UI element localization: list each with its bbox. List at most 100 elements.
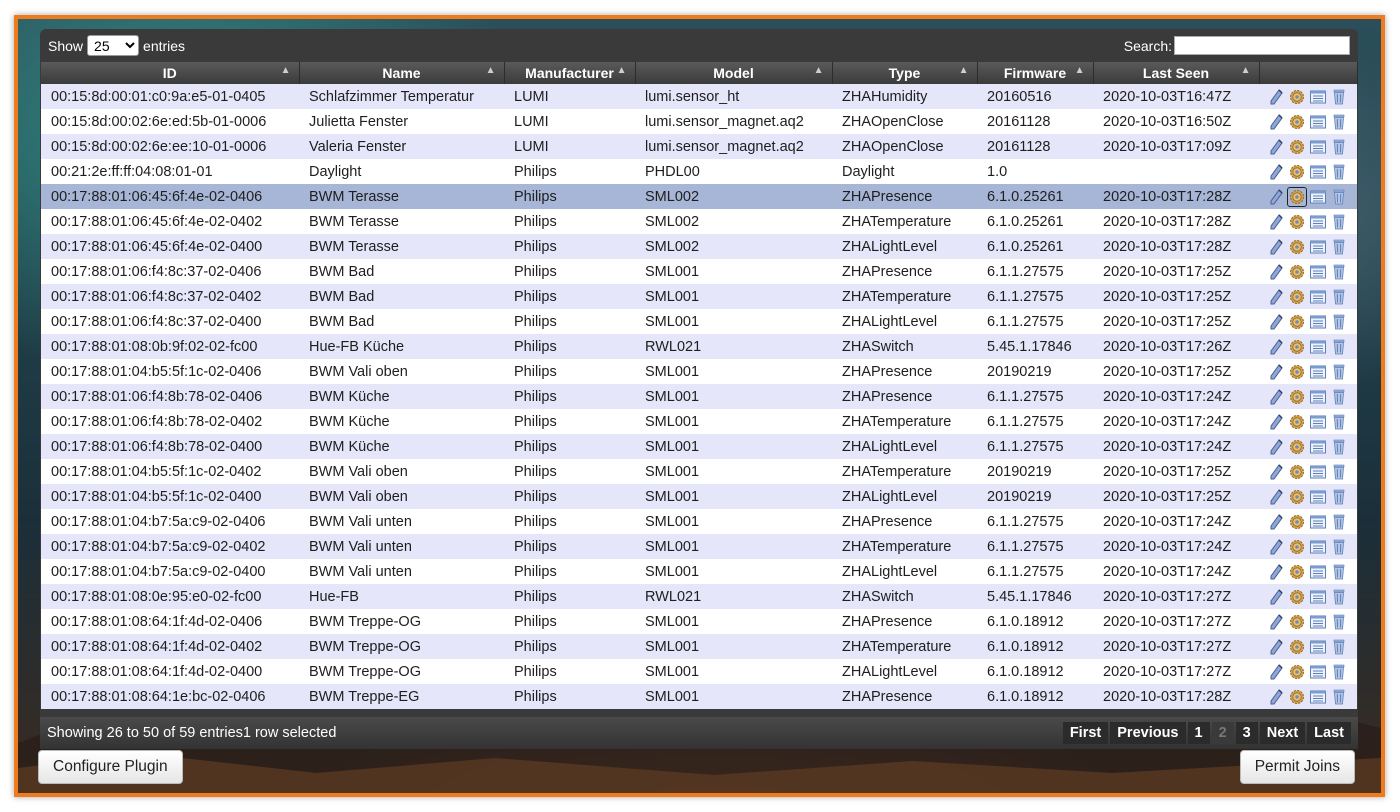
- pencil-icon[interactable]: [1267, 138, 1285, 156]
- gear-icon[interactable]: [1288, 488, 1306, 506]
- pager-last[interactable]: Last: [1307, 722, 1351, 744]
- pencil-icon[interactable]: [1267, 563, 1285, 581]
- list-icon[interactable]: [1309, 563, 1327, 581]
- trash-icon[interactable]: [1330, 538, 1348, 556]
- list-icon[interactable]: [1309, 238, 1327, 256]
- pager-next[interactable]: Next: [1259, 722, 1306, 744]
- list-icon[interactable]: [1309, 188, 1327, 206]
- list-icon[interactable]: [1309, 613, 1327, 631]
- list-icon[interactable]: [1309, 113, 1327, 131]
- column-header-name[interactable]: Name ▲: [299, 62, 505, 84]
- pencil-icon[interactable]: [1267, 363, 1285, 381]
- pencil-icon[interactable]: [1267, 488, 1285, 506]
- trash-icon[interactable]: [1330, 413, 1348, 431]
- table-row[interactable]: 00:17:88:01:04:b5:5f:1c-02-0402 BWM Vali …: [41, 459, 1357, 484]
- pencil-icon[interactable]: [1267, 163, 1285, 181]
- column-header-type[interactable]: Type ▲: [832, 62, 978, 84]
- column-header-firmware[interactable]: Firmware ▲: [977, 62, 1094, 84]
- pencil-icon[interactable]: [1267, 338, 1285, 356]
- table-row[interactable]: 00:17:88:01:04:b5:5f:1c-02-0406 BWM Vali …: [41, 359, 1357, 384]
- table-row[interactable]: 00:17:88:01:08:64:1f:4d-02-0400 BWM Trepp…: [41, 659, 1357, 684]
- gear-icon[interactable]: [1288, 213, 1306, 231]
- list-icon[interactable]: [1309, 388, 1327, 406]
- gear-icon[interactable]: [1288, 363, 1306, 381]
- trash-icon[interactable]: [1330, 463, 1348, 481]
- trash-icon[interactable]: [1330, 263, 1348, 281]
- list-icon[interactable]: [1309, 438, 1327, 456]
- pencil-icon[interactable]: [1267, 388, 1285, 406]
- gear-icon[interactable]: [1288, 263, 1306, 281]
- gear-icon[interactable]: [1288, 438, 1306, 456]
- column-header-manufacturer[interactable]: Manufacturer ▲: [504, 62, 636, 84]
- gear-icon[interactable]: [1288, 638, 1306, 656]
- trash-icon[interactable]: [1330, 638, 1348, 656]
- trash-icon[interactable]: [1330, 563, 1348, 581]
- pencil-icon[interactable]: [1267, 513, 1285, 531]
- table-row[interactable]: 00:17:88:01:06:f4:8b:78-02-0406 BWM Küche…: [41, 384, 1357, 409]
- table-row[interactable]: 00:17:88:01:08:0b:9f:02-02-fc00 Hue-FB Kü…: [41, 334, 1357, 359]
- pager-previous[interactable]: Previous: [1110, 722, 1186, 744]
- pencil-icon[interactable]: [1267, 613, 1285, 631]
- trash-icon[interactable]: [1330, 113, 1348, 131]
- table-row[interactable]: 00:17:88:01:04:b7:5a:c9-02-0402 BWM Vali …: [41, 534, 1357, 559]
- list-icon[interactable]: [1309, 588, 1327, 606]
- table-row[interactable]: 00:17:88:01:06:45:6f:4e-02-0400 BWM Teras…: [41, 234, 1357, 259]
- table-row[interactable]: 00:17:88:01:06:45:6f:4e-02-0406 BWM Teras…: [41, 184, 1357, 209]
- trash-icon[interactable]: [1330, 688, 1348, 706]
- trash-icon[interactable]: [1330, 238, 1348, 256]
- gear-icon[interactable]: [1287, 186, 1307, 207]
- trash-icon[interactable]: [1330, 163, 1348, 181]
- trash-icon[interactable]: [1330, 138, 1348, 156]
- table-row[interactable]: 00:17:88:01:08:0e:95:e0-02-fc00 Hue-FB Phi…: [41, 584, 1357, 609]
- table-row[interactable]: 00:15:8d:00:02:6e:ed:5b-01-0006 Julietta …: [41, 109, 1357, 134]
- pager-first[interactable]: First: [1062, 722, 1109, 744]
- pencil-icon[interactable]: [1267, 288, 1285, 306]
- gear-icon[interactable]: [1288, 313, 1306, 331]
- column-header-model[interactable]: Model ▲: [635, 62, 833, 84]
- pencil-icon[interactable]: [1267, 213, 1285, 231]
- gear-icon[interactable]: [1288, 538, 1306, 556]
- list-icon[interactable]: [1309, 263, 1327, 281]
- list-icon[interactable]: [1309, 88, 1327, 106]
- gear-icon[interactable]: [1288, 388, 1306, 406]
- list-icon[interactable]: [1309, 313, 1327, 331]
- trash-icon[interactable]: [1330, 313, 1348, 331]
- list-icon[interactable]: [1309, 363, 1327, 381]
- gear-icon[interactable]: [1288, 688, 1306, 706]
- column-header-id[interactable]: ID ▲: [41, 62, 300, 84]
- list-icon[interactable]: [1309, 638, 1327, 656]
- trash-icon[interactable]: [1330, 513, 1348, 531]
- trash-icon[interactable]: [1330, 663, 1348, 681]
- list-icon[interactable]: [1309, 463, 1327, 481]
- configure-plugin-button[interactable]: Configure Plugin: [38, 750, 183, 784]
- gear-icon[interactable]: [1288, 163, 1306, 181]
- pencil-icon[interactable]: [1267, 313, 1285, 331]
- table-row[interactable]: 00:17:88:01:06:f4:8c:37-02-0400 BWM Bad Ph…: [41, 309, 1357, 334]
- pencil-icon[interactable]: [1267, 88, 1285, 106]
- permit-joins-button[interactable]: Permit Joins: [1239, 750, 1355, 784]
- gear-icon[interactable]: [1288, 338, 1306, 356]
- trash-icon[interactable]: [1330, 213, 1348, 231]
- pencil-icon[interactable]: [1267, 438, 1285, 456]
- trash-icon[interactable]: [1330, 613, 1348, 631]
- table-row[interactable]: 00:17:88:01:08:64:1f:4d-02-0402 BWM Trepp…: [41, 634, 1357, 659]
- table-row[interactable]: 00:17:88:01:08:64:1e:bc-02-0406 BWM Trepp…: [41, 684, 1357, 709]
- gear-icon[interactable]: [1288, 463, 1306, 481]
- list-icon[interactable]: [1309, 688, 1327, 706]
- table-row[interactable]: 00:21:2e:ff:ff:04:08:01-01 Daylight Philip…: [41, 159, 1357, 184]
- column-header-last-seen[interactable]: Last Seen ▲: [1093, 62, 1260, 84]
- pencil-icon[interactable]: [1267, 188, 1285, 206]
- table-row[interactable]: 00:15:8d:00:01:c0:9a:e5-01-0405 Schlafzim…: [41, 84, 1357, 109]
- search-input[interactable]: [1174, 36, 1350, 55]
- trash-icon[interactable]: [1330, 188, 1348, 206]
- table-row[interactable]: 00:17:88:01:08:64:1f:4d-02-0406 BWM Trepp…: [41, 609, 1357, 634]
- pager-3[interactable]: 3: [1235, 722, 1258, 744]
- trash-icon[interactable]: [1330, 438, 1348, 456]
- list-icon[interactable]: [1309, 413, 1327, 431]
- trash-icon[interactable]: [1330, 363, 1348, 381]
- table-row[interactable]: 00:17:88:01:06:f4:8b:78-02-0402 BWM Küche…: [41, 409, 1357, 434]
- trash-icon[interactable]: [1330, 338, 1348, 356]
- list-icon[interactable]: [1309, 288, 1327, 306]
- table-row[interactable]: 00:17:88:01:04:b7:5a:c9-02-0400 BWM Vali …: [41, 559, 1357, 584]
- gear-icon[interactable]: [1288, 113, 1306, 131]
